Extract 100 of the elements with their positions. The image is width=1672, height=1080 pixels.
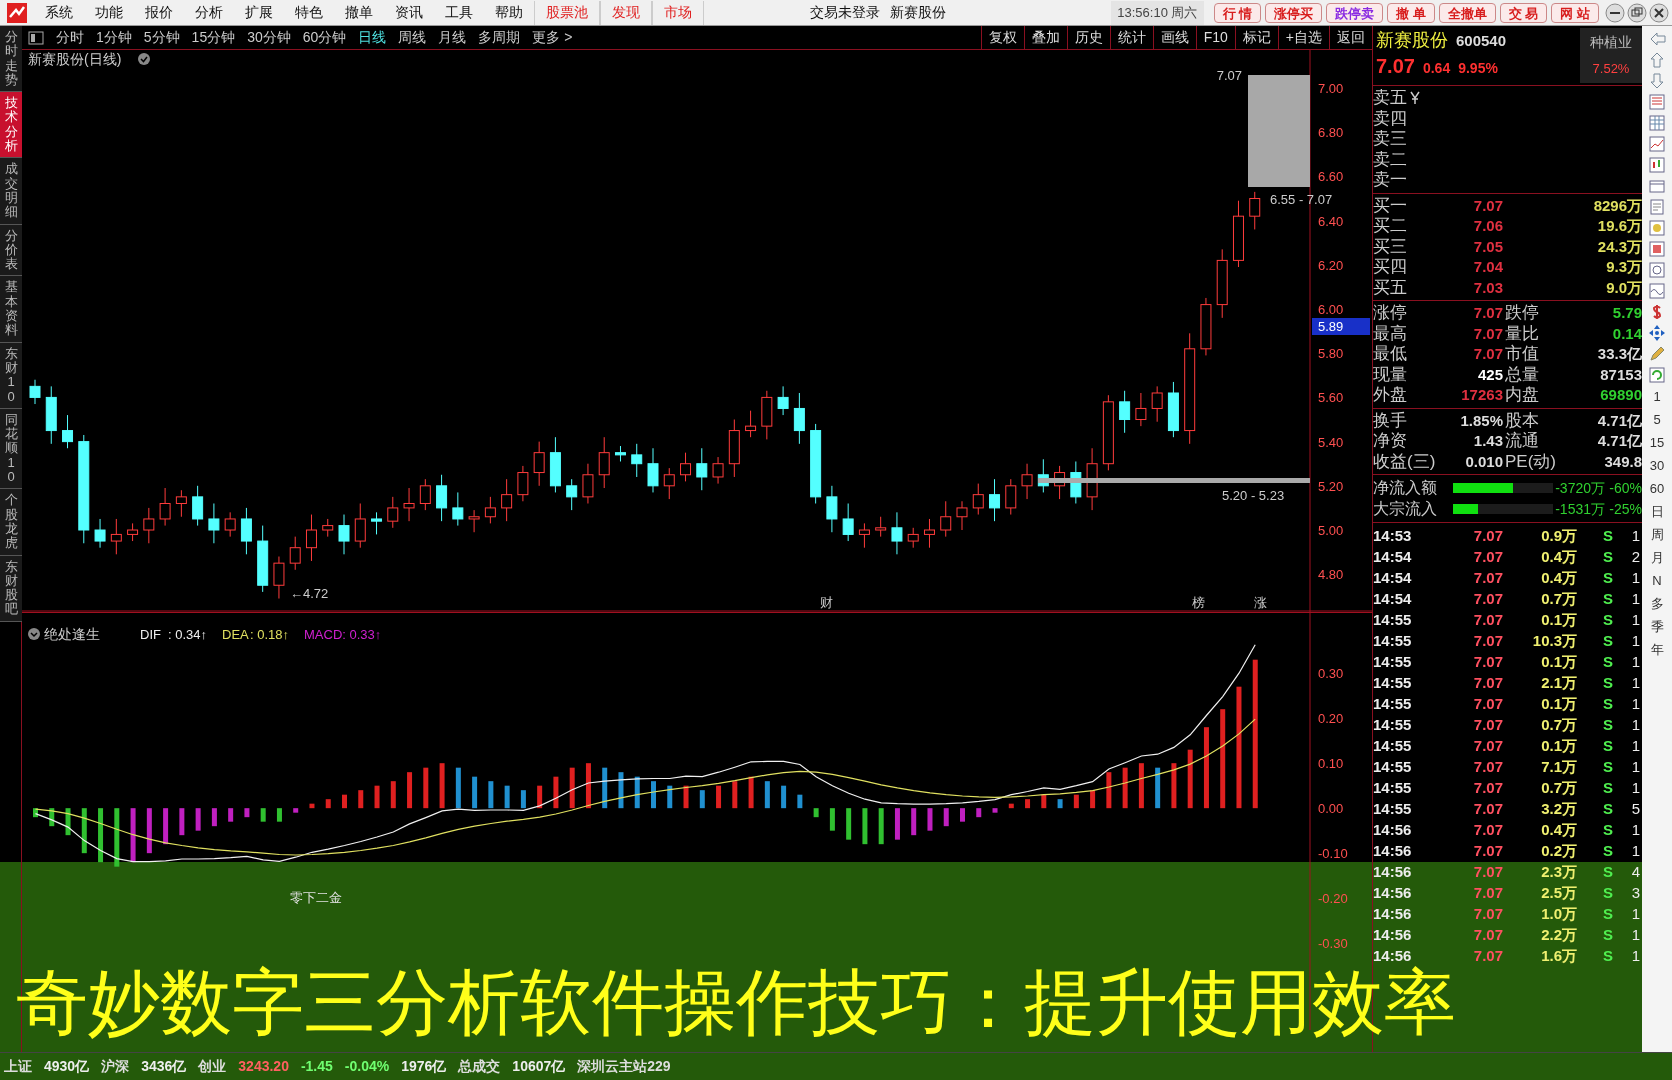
- tick-time: 14:55: [1373, 715, 1413, 736]
- chart-tool-button[interactable]: 画线: [1152, 25, 1196, 50]
- tick-side: S: [1602, 547, 1613, 568]
- chart-tool-button[interactable]: 复权: [980, 25, 1024, 50]
- chart-tool-button[interactable]: 统计: [1109, 25, 1153, 50]
- period-tab[interactable]: 多周期: [472, 27, 527, 48]
- period-button[interactable]: 季: [1644, 617, 1670, 637]
- period-button[interactable]: 1: [1644, 387, 1670, 407]
- stat-value: 1.85%: [1459, 410, 1503, 431]
- trade-button[interactable]: 全撤单: [1438, 2, 1496, 23]
- tick-volume: 0.1万: [1540, 736, 1577, 757]
- period-button[interactable]: 60: [1644, 479, 1670, 499]
- period-button[interactable]: 年: [1644, 640, 1670, 660]
- trade-button[interactable]: 撤 单: [1387, 2, 1435, 23]
- period-button[interactable]: 日: [1644, 502, 1670, 522]
- period-tab[interactable]: 60分钟: [296, 27, 353, 48]
- tick-time: 14:55: [1373, 652, 1413, 673]
- ask-label: 卖四: [1373, 108, 1407, 129]
- signal-annotation: 零下二金: [290, 890, 342, 905]
- period-tab[interactable]: 更多 >: [526, 27, 579, 48]
- bid-volume: 9.3万: [1605, 257, 1642, 277]
- tick-count: 1: [1630, 841, 1641, 862]
- stat-label: PE(动): [1504, 451, 1557, 472]
- menu-item[interactable]: 报价: [134, 0, 184, 25]
- trade-button[interactable]: 交 易: [1499, 2, 1548, 23]
- side-tab[interactable]: 成交明细: [0, 158, 22, 225]
- period-button[interactable]: 30: [1644, 456, 1670, 476]
- chart-tool-button[interactable]: F10: [1195, 25, 1235, 50]
- side-tab[interactable]: 东财股吧: [0, 555, 22, 622]
- ask-label: 卖二: [1373, 149, 1407, 170]
- menu-item[interactable]: 工具: [434, 0, 484, 25]
- menu-item[interactable]: 特色: [284, 0, 334, 25]
- menu-item[interactable]: 资讯: [384, 0, 434, 25]
- axis-label: 5.40: [1318, 434, 1344, 450]
- trade-button[interactable]: 行 情: [1213, 2, 1262, 23]
- bid-volume: 24.3万: [1596, 236, 1642, 257]
- period-tab[interactable]: 月线: [432, 27, 473, 48]
- tick-time: 14:55: [1373, 799, 1413, 820]
- stat-label: 股本: [1504, 410, 1540, 431]
- tick-side: S: [1602, 904, 1613, 925]
- menu-item[interactable]: 分析: [184, 0, 234, 25]
- chart-tool-button[interactable]: +自选: [1277, 25, 1329, 50]
- trade-button[interactable]: 网 站: [1551, 2, 1599, 23]
- period-tab[interactable]: 5分钟: [137, 27, 186, 48]
- side-tab[interactable]: 基本资料: [0, 276, 22, 343]
- tick-price: 7.07: [1472, 946, 1503, 967]
- bid-volume: 9.0万: [1605, 277, 1642, 298]
- period-button[interactable]: 15: [1644, 433, 1670, 453]
- tick-price: 7.07: [1472, 799, 1503, 820]
- menu-item[interactable]: 功能: [84, 0, 134, 25]
- period-tab[interactable]: 15分钟: [185, 27, 242, 48]
- stat-value: 0.14: [1611, 323, 1642, 344]
- period-tab[interactable]: 日线: [352, 27, 393, 48]
- tick-count: 1: [1630, 736, 1641, 757]
- side-tab[interactable]: 分价表: [0, 224, 22, 277]
- bid-label: 买五: [1373, 277, 1408, 298]
- stat-label: 量比: [1504, 323, 1540, 344]
- menu-item[interactable]: 市场: [652, 0, 704, 25]
- tick-price: 7.07: [1472, 757, 1503, 778]
- menu-item[interactable]: 系统: [34, 0, 84, 25]
- period-button[interactable]: 多: [1644, 594, 1670, 614]
- menu-item[interactable]: 扩展: [234, 0, 284, 25]
- trade-button[interactable]: 跌停卖: [1326, 2, 1384, 23]
- chart-tool-button[interactable]: 历史: [1066, 25, 1110, 50]
- period-button[interactable]: 5: [1644, 410, 1670, 430]
- chart-tool-button[interactable]: 返回: [1329, 25, 1372, 50]
- tick-time: 14:55: [1373, 778, 1413, 799]
- period-button[interactable]: N: [1644, 571, 1670, 591]
- period-button[interactable]: 月: [1644, 548, 1670, 568]
- menu-item[interactable]: 发现: [600, 0, 652, 25]
- period-tab[interactable]: 分时: [50, 27, 90, 48]
- chart-tool-button[interactable]: 叠加: [1023, 25, 1067, 50]
- tick-volume: 10.3万: [1531, 631, 1577, 652]
- side-tab[interactable]: 个股龙虎: [0, 489, 22, 556]
- tick-count: 1: [1630, 631, 1641, 652]
- period-tab[interactable]: 30分钟: [241, 27, 297, 48]
- menu-item[interactable]: 撤单: [334, 0, 384, 25]
- last-price: 7.07: [1376, 55, 1415, 76]
- period-tab[interactable]: 周线: [392, 27, 433, 48]
- status-text: 总成交: [458, 1057, 501, 1076]
- tick-time: 14:54: [1373, 547, 1413, 568]
- tick-volume: 1.0万: [1540, 904, 1577, 925]
- period-button[interactable]: 周: [1644, 525, 1670, 545]
- ask-label: 卖三: [1373, 129, 1407, 150]
- menu-item[interactable]: 股票池: [534, 0, 600, 25]
- axis-label: 6.80: [1318, 125, 1344, 141]
- stat-value: 349.8: [1603, 451, 1642, 472]
- period-tab[interactable]: 1分钟: [90, 27, 138, 48]
- chart-tool-button[interactable]: 标记: [1234, 25, 1278, 50]
- bid-volume: 8296万: [1592, 195, 1642, 216]
- side-tab[interactable]: 技术分析: [0, 92, 22, 159]
- flow-amount: -3720万: [1554, 479, 1605, 498]
- side-tab[interactable]: 东财10: [0, 342, 22, 409]
- tick-side: S: [1602, 820, 1613, 841]
- side-tab[interactable]: 同花顺10: [0, 408, 22, 490]
- menu-item[interactable]: 帮助: [484, 0, 534, 25]
- trade-button[interactable]: 涨停买: [1265, 2, 1323, 23]
- bid-volume: 19.6万: [1596, 216, 1642, 236]
- event-marker: 财: [820, 595, 833, 610]
- side-tab[interactable]: 分时走势: [0, 26, 22, 93]
